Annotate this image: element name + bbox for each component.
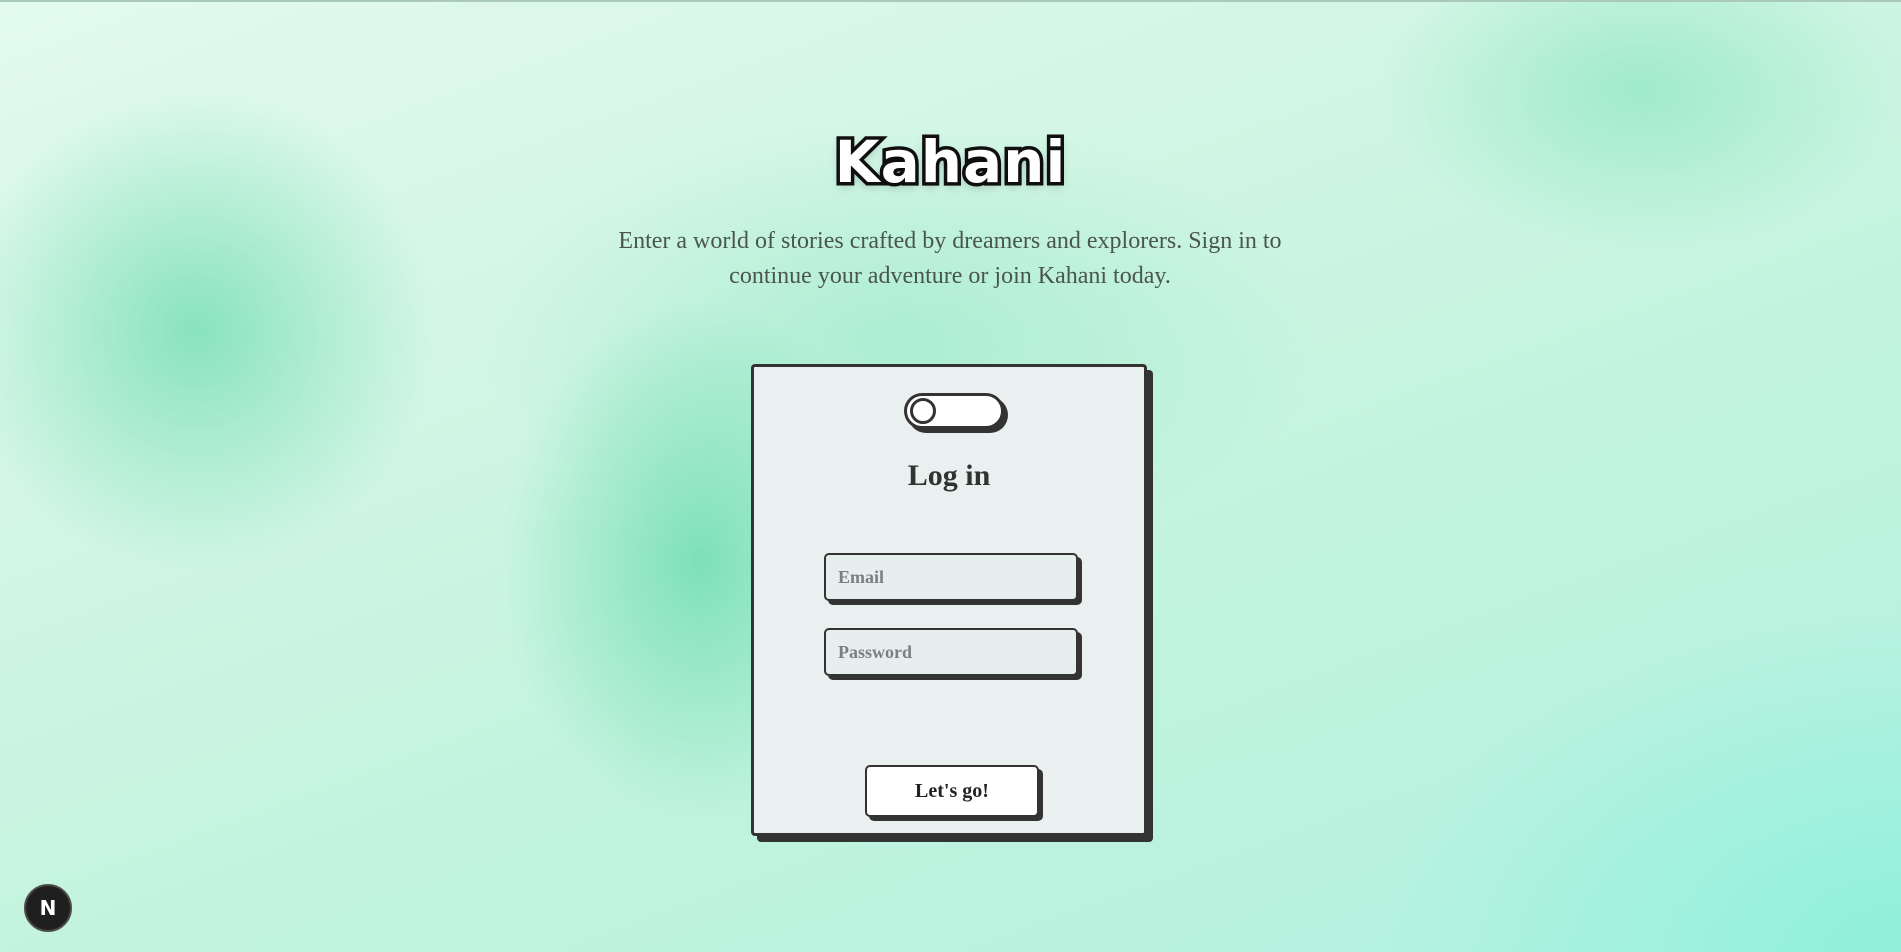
submit-button[interactable]: Let's go! (865, 765, 1039, 817)
login-signup-toggle[interactable] (904, 393, 1004, 429)
auth-card-title: Log in (907, 459, 991, 492)
auth-card: Log in Let's go! (751, 364, 1147, 836)
top-border (0, 0, 1901, 2)
dev-badge-label: N (39, 896, 57, 920)
password-field[interactable] (824, 628, 1078, 676)
toggle-knob (910, 398, 936, 424)
brand-logo: Kahani (831, 125, 1069, 200)
email-field[interactable] (824, 553, 1078, 601)
tagline: Enter a world of stories crafted by drea… (618, 228, 1282, 289)
nextjs-logo-icon[interactable]: N (24, 884, 72, 932)
